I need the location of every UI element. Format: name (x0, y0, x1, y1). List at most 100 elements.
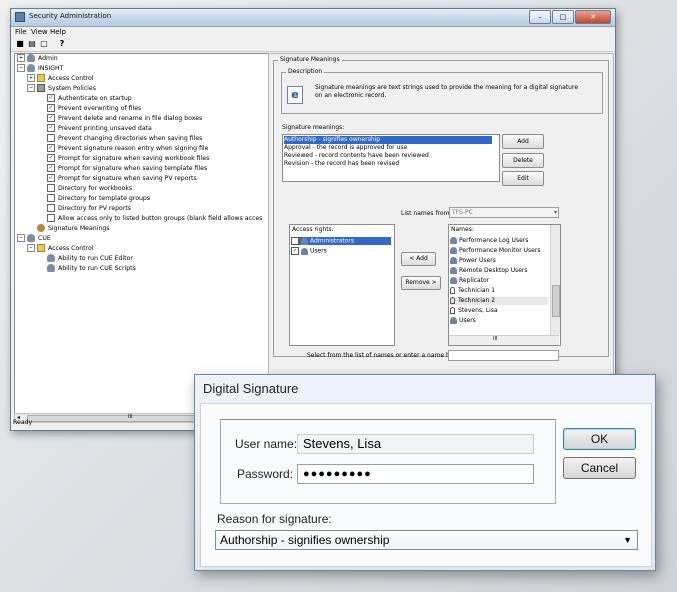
checkbox-icon[interactable]: ✓ (47, 164, 55, 172)
username-field[interactable]: Stevens, Lisa (297, 434, 534, 454)
tree-node-system-policies[interactable]: − System Policies (27, 84, 96, 94)
collapse-icon[interactable]: − (17, 234, 25, 242)
checkbox-icon[interactable]: ✓ (47, 154, 55, 162)
key-icon (37, 224, 45, 232)
print-icon[interactable]: ▤ (27, 39, 37, 49)
edit-meaning-button[interactable]: Edit (502, 171, 544, 186)
user-group-icon (301, 237, 308, 245)
list-item[interactable]: Authorship - signifies ownership (284, 136, 492, 144)
list-item[interactable]: Replicator (450, 277, 489, 285)
signature-meanings-panel: Signature Meanings Description e Signatu… (268, 53, 614, 385)
collapse-icon[interactable]: − (27, 84, 35, 92)
minimize-button[interactable]: – (529, 10, 551, 24)
help-icon[interactable]: ? (57, 39, 67, 49)
names-vertical-scrollbar[interactable] (550, 225, 560, 335)
policy-prevent-overwriting[interactable]: ✓ Prevent overwriting of files (47, 104, 141, 114)
add-meaning-button[interactable]: Add (502, 134, 544, 149)
list-item[interactable]: Stevens, Lisa (450, 307, 498, 315)
list-item[interactable]: Technician 1 (450, 287, 495, 295)
maximize-button[interactable]: □ (552, 10, 574, 24)
expand-icon[interactable]: + (17, 54, 25, 62)
tree-node-run-cue-editor[interactable]: Ability to run CUE Editor (47, 254, 133, 264)
password-field[interactable]: ●●●●●●●●● (297, 464, 534, 484)
tree-node-signature-meanings[interactable]: Signature Meanings (37, 224, 109, 234)
name-entry-input[interactable] (448, 350, 559, 361)
ok-button[interactable]: OK (563, 428, 636, 450)
menu-help[interactable]: Help (50, 28, 66, 36)
checkbox-icon[interactable] (47, 134, 55, 142)
list-item[interactable]: Performance Log Users (450, 237, 528, 245)
access-right-users[interactable]: ✓ Users (291, 247, 327, 255)
access-rights-list[interactable]: Access rights: ✓ Administrators ✓ Users (289, 224, 395, 346)
title-bar: Security Administration – □ ✕ (11, 9, 615, 27)
user-group-icon (27, 64, 35, 72)
collapse-icon[interactable]: − (17, 64, 25, 72)
policy-prompt-template-files[interactable]: ✓ Prompt for signature when saving templa… (47, 164, 207, 174)
list-names-from-select[interactable]: TFS-PC ▾ (449, 207, 559, 218)
policy-directory-workbooks[interactable]: Directory for workbooks (47, 184, 132, 194)
checkbox-icon[interactable]: ✓ (47, 174, 55, 182)
checkbox-icon[interactable]: ✓ (47, 114, 55, 122)
print-preview-icon[interactable]: ▢ (39, 39, 49, 49)
policy-directory-pv-reports[interactable]: Directory for PV reports (47, 204, 131, 214)
list-icon (47, 204, 55, 212)
policy-allow-listed-button-groups[interactable]: Allow access only to listed button group… (47, 214, 262, 224)
tree-node-cue-access-control[interactable]: − Access Control (27, 244, 94, 254)
list-item[interactable]: Revision - the record has been revised (284, 160, 399, 168)
tree-node-insight[interactable]: − INSIGHT (17, 64, 63, 74)
names-label: Names: (451, 226, 474, 233)
delete-meaning-button[interactable]: Delete (502, 153, 544, 168)
policy-authenticate-on-startup[interactable]: ✓ Authenticate on startup (47, 94, 132, 104)
list-icon (47, 214, 55, 222)
list-item[interactable]: Approval - the record is approved for us… (284, 144, 407, 152)
tree-node-run-cue-scripts[interactable]: Ability to run CUE Scripts (47, 264, 136, 274)
names-list[interactable]: Names: Performance Log Users Performance… (448, 224, 561, 346)
tree-node-cue[interactable]: − CUE (17, 234, 51, 244)
close-button[interactable]: ✕ (575, 10, 611, 24)
add-access-button[interactable]: < Add (401, 252, 436, 266)
reason-label: Reason for signature: (217, 512, 332, 526)
policy-directory-template-groups[interactable]: Directory for template groups (47, 194, 150, 204)
dropdown-arrow-icon[interactable]: ▼ (623, 531, 632, 549)
policy-prompt-workbook-files[interactable]: ✓ Prompt for signature when saving workbo… (47, 154, 209, 164)
list-item[interactable]: Technician 2 (450, 297, 548, 305)
list-item[interactable]: Reviewed - record contents have been rev… (284, 152, 429, 160)
status-bar: Ready (13, 419, 33, 426)
cancel-button[interactable]: Cancel (563, 457, 636, 479)
username-label: User name: (235, 437, 298, 451)
policy-prevent-printing-unsaved[interactable]: ✓ Prevent printing unsaved data (47, 124, 152, 134)
person-icon (450, 307, 455, 314)
scroll-thumb[interactable] (552, 285, 560, 317)
list-item[interactable]: Performance Monitor Users (450, 247, 540, 255)
menu-view[interactable]: View (31, 28, 48, 36)
remove-access-button[interactable]: Remove > (401, 276, 441, 290)
checkbox-icon[interactable]: ✓ (291, 247, 299, 255)
signature-meanings-label: Signature meanings: (282, 124, 345, 131)
reason-select[interactable]: Authorship - signifies ownership ▼ (215, 530, 638, 550)
names-horizontal-scrollbar[interactable]: III (449, 335, 559, 345)
checkbox-icon[interactable]: ✓ (47, 124, 55, 132)
checkbox-icon[interactable]: ✓ (47, 104, 55, 112)
collapse-icon[interactable]: − (27, 244, 35, 252)
tree-node-access-control[interactable]: + Access Control (27, 74, 94, 84)
checkbox-icon[interactable]: ✓ (291, 237, 299, 245)
policy-prevent-changing-directories[interactable]: Prevent changing directories when saving… (47, 134, 202, 144)
save-icon[interactable]: ■ (15, 39, 25, 49)
checkbox-icon[interactable]: ✓ (47, 144, 55, 152)
expand-icon[interactable]: + (27, 74, 35, 82)
access-right-administrators[interactable]: ✓ Administrators (291, 237, 391, 245)
user-group-icon (450, 257, 457, 264)
checkbox-icon[interactable]: ✓ (47, 94, 55, 102)
dropdown-arrow-icon[interactable]: ▾ (554, 208, 557, 217)
signature-meanings-list[interactable]: Authorship - signifies ownership Approva… (282, 134, 500, 182)
policy-prevent-delete-rename[interactable]: ✓ Prevent delete and rename in file dialo… (47, 114, 202, 124)
list-item[interactable]: Remote Desktop Users (450, 267, 528, 275)
policy-prompt-pv-reports[interactable]: ✓ Prompt for signature when saving PV rep… (47, 174, 197, 184)
password-label: Password: (237, 467, 294, 481)
list-item[interactable]: Power Users (450, 257, 496, 265)
security-administration-window: Security Administration – □ ✕ File View … (10, 8, 616, 431)
tree-node-admin[interactable]: + Admin (17, 54, 58, 64)
list-item[interactable]: Users (450, 317, 476, 325)
menu-file[interactable]: File (15, 28, 27, 36)
policy-prevent-signature-reason-entry[interactable]: ✓ Prevent signature reason entry when sig… (47, 144, 208, 154)
